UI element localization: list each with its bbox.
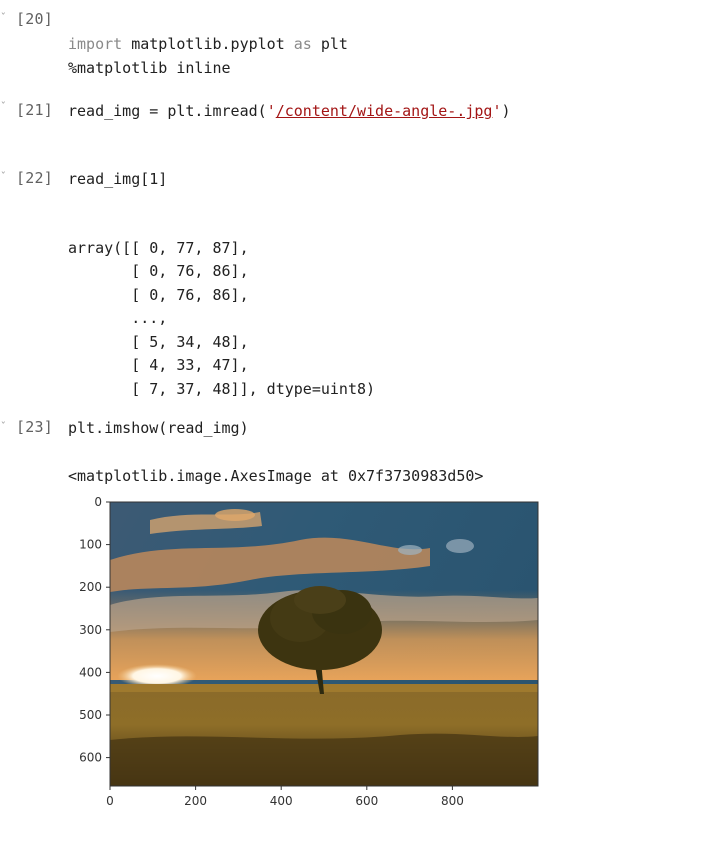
imshow-plot: 0 100 200 300 400 500 600 0 200 400 600 …	[79, 495, 539, 808]
x-tick-label: 400	[270, 794, 293, 808]
y-tick-label: 600	[79, 751, 102, 765]
y-tick-label: 400	[79, 665, 102, 679]
x-tick-label: 200	[184, 794, 207, 808]
y-tick-label: 300	[79, 623, 102, 637]
x-tick-label: 600	[355, 794, 378, 808]
x-tick-label: 800	[441, 794, 464, 808]
image-area	[110, 502, 538, 786]
y-tick-label: 0	[94, 495, 102, 509]
y-tick-label: 100	[79, 538, 102, 552]
x-axis: 0 200 400 600 800	[106, 786, 464, 808]
y-axis: 0 100 200 300 400 500 600	[79, 495, 110, 765]
y-tick-label: 500	[79, 708, 102, 722]
x-tick-label: 0	[106, 794, 114, 808]
y-tick-label: 200	[79, 580, 102, 594]
